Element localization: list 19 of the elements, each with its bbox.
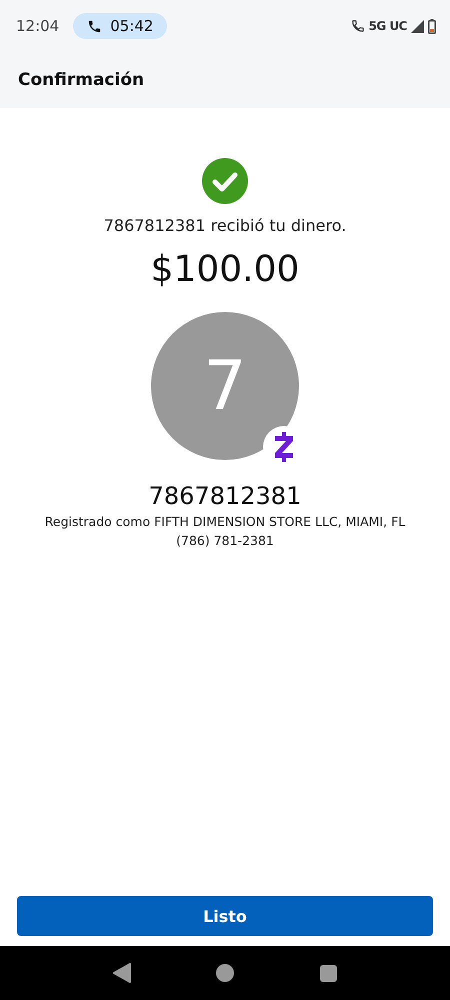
registered-as-text: Registrado como FIFTH DIMENSION STORE LLC, MIAMI, FL	[44, 514, 406, 529]
confirmation-message: 7867812381 recibió tu dinero.	[104, 216, 346, 235]
status-time: 12:04	[16, 17, 60, 35]
success-check-icon	[202, 158, 248, 204]
back-icon[interactable]	[112, 963, 131, 983]
recipient-phone: (786) 781-2381	[176, 533, 274, 548]
amount: $100.00	[150, 249, 300, 290]
recipient-name: 7867812381	[148, 482, 302, 510]
page-title: Confirmación	[18, 70, 144, 90]
network-type: 5G UC	[368, 19, 407, 33]
recents-icon[interactable]	[320, 964, 338, 982]
phone-icon	[87, 18, 102, 34]
avatar: 7	[151, 312, 299, 460]
done-button[interactable]: Listo	[17, 896, 433, 936]
signal-icon	[411, 20, 424, 32]
home-icon[interactable]	[216, 964, 234, 982]
call-timer-chip[interactable]: 05:42	[73, 13, 168, 39]
battery-icon	[428, 18, 436, 34]
z-logo-icon	[275, 432, 293, 462]
